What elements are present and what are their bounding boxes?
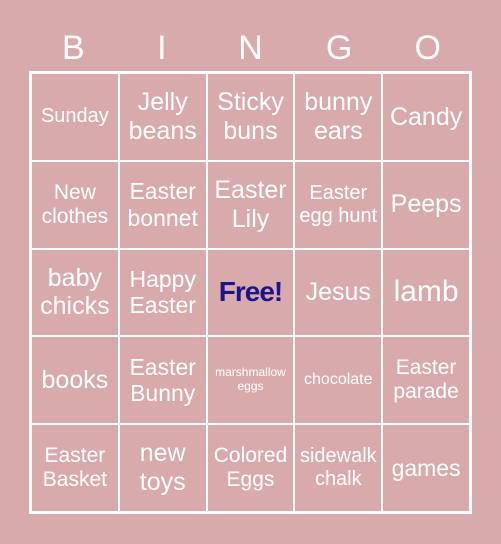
header-letter-i: I [157,29,167,67]
bingo-cell[interactable]: Easter parade [382,336,470,425]
header-letter-o: O [414,29,441,67]
bingo-cell[interactable]: Easter Basket [31,424,119,512]
bingo-cell[interactable]: new toys [118,424,207,512]
bingo-cell[interactable]: sidewalk chalk [294,424,383,512]
bingo-cell[interactable]: Candy [382,73,470,161]
bingo-cell[interactable]: books [31,336,119,425]
bingo-card-grid: Sunday Jelly beans Sticky buns bunny ear… [29,71,472,514]
bingo-cell[interactable]: Peeps [382,160,470,249]
bingo-cell[interactable]: Sunday [31,73,119,161]
bingo-cell[interactable]: Easter Bunny [118,336,207,425]
header-letter-n: N [238,29,263,67]
bingo-cell[interactable]: Easter bonnet [118,160,207,249]
bingo-cell[interactable]: Sticky buns [206,73,295,161]
bingo-cell[interactable]: Happy Easter [118,248,207,337]
header-letter-g: G [325,29,353,67]
bingo-cell[interactable]: bunny ears [294,73,383,161]
free-space[interactable]: Free! [206,248,295,337]
bingo-cell[interactable]: marshmallow eggs [206,336,295,425]
bingo-cell[interactable]: Easter Lily [206,160,295,249]
bingo-cell[interactable]: Colored Eggs [206,424,295,512]
bingo-cell[interactable]: chocolate [294,336,383,425]
bingo-cell[interactable]: Easter egg hunt [294,160,383,249]
bingo-header: B I N G O [29,26,472,70]
bingo-cell[interactable]: New clothes [31,160,119,249]
bingo-cell[interactable]: games [382,424,470,512]
bingo-cell[interactable]: Jelly beans [118,73,207,161]
bingo-cell[interactable]: lamb [382,248,470,337]
bingo-cell[interactable]: Jesus [294,248,383,337]
header-letter-b: B [61,29,85,67]
bingo-cell[interactable]: baby chicks [31,248,119,337]
